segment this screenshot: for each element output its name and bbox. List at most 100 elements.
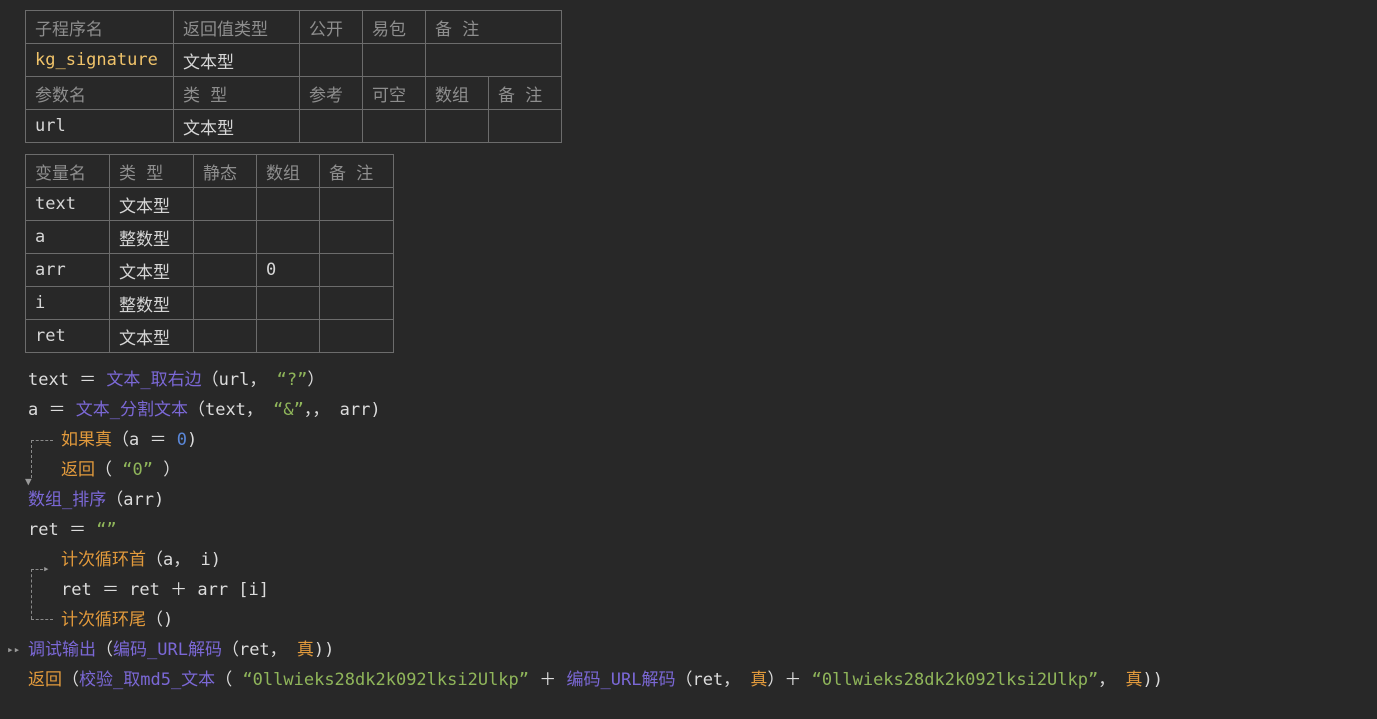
var-type-cell[interactable]: 文本型 [109, 319, 194, 353]
loop-flow-tick [31, 569, 43, 570]
header-cell: 数组 [256, 154, 320, 188]
subroutine-row[interactable]: kg_signature 文本型 [25, 43, 562, 77]
var-array-cell[interactable] [256, 319, 320, 353]
var-remark-cell[interactable] [319, 286, 394, 320]
variable-row[interactable]: arr 文本型 0 [25, 253, 394, 287]
subroutine-name-cell[interactable]: kg_signature [25, 43, 174, 77]
public-cell[interactable] [299, 43, 363, 77]
code-line-sort[interactable]: 数组_排序（arr) [28, 488, 164, 512]
code-token: “” [96, 520, 117, 540]
param-row[interactable]: url 文本型 [25, 109, 562, 143]
var-array-cell[interactable] [256, 286, 320, 320]
variable-row[interactable]: a 整数型 [25, 220, 394, 254]
var-remark-cell[interactable] [319, 319, 394, 353]
header-cell: 返回值类型 [173, 10, 300, 44]
var-name-cell[interactable]: i [25, 286, 110, 320]
var-array-cell[interactable] [256, 187, 320, 221]
code-token: 如果真 [61, 430, 112, 450]
param-remark-cell[interactable] [488, 109, 562, 143]
header-cell: 可空 [362, 76, 426, 110]
easy-pack-cell[interactable] [362, 43, 426, 77]
down-arrow-icon: ▼ [25, 475, 32, 488]
var-name-cell[interactable]: ret [25, 319, 110, 353]
var-remark-cell[interactable] [319, 187, 394, 221]
code-token: （arr) [106, 490, 165, 510]
variable-row[interactable]: ret 文本型 [25, 319, 394, 353]
code-token: 编码_URL解码 [566, 670, 676, 690]
param-header-row: 参数名 类 型 参考 可空 数组 备 注 [25, 76, 562, 110]
code-token: )) [1142, 670, 1163, 690]
code-token: “0” [122, 460, 153, 480]
var-type-cell[interactable]: 文本型 [109, 253, 194, 287]
code-token: （a， i) [146, 550, 221, 570]
code-token: ） [152, 460, 181, 480]
variable-row[interactable]: i 整数型 [25, 286, 394, 320]
code-token: ret ＝ [28, 520, 97, 540]
code-token: 返回 [28, 670, 62, 690]
header-cell: 子程序名 [25, 10, 174, 44]
code-line-split[interactable]: a ＝ 文本_分割文本（text， “&”，， arr) [28, 398, 381, 422]
code-token: （ [95, 460, 123, 480]
if-flow-tick [31, 440, 53, 441]
var-static-cell[interactable] [193, 286, 257, 320]
code-line-if[interactable]: 如果真（a ＝ 0) [61, 428, 197, 452]
code-token: （ [215, 670, 243, 690]
header-cell: 静态 [193, 154, 257, 188]
code-token: “&” [273, 400, 304, 420]
header-cell: 类 型 [109, 154, 194, 188]
var-array-cell[interactable] [256, 220, 320, 254]
var-array-cell[interactable]: 0 [256, 253, 320, 287]
code-token: 真 [296, 640, 314, 660]
code-token: 数组_排序 [28, 490, 107, 510]
param-optional-cell[interactable] [362, 109, 426, 143]
breakpoint-arrow-icon: ▸▸ [7, 643, 21, 656]
var-name-cell[interactable]: a [25, 220, 110, 254]
var-name-cell[interactable]: text [25, 187, 110, 221]
var-type-cell[interactable]: 整数型 [109, 286, 194, 320]
var-static-cell[interactable] [193, 187, 257, 221]
var-type-cell[interactable]: 文本型 [109, 187, 194, 221]
header-cell: 易包 [362, 10, 426, 44]
return-type-cell[interactable]: 文本型 [173, 43, 300, 77]
if-flow-guide [31, 440, 32, 478]
code-line-ret-init[interactable]: ret ＝ “” [28, 518, 117, 542]
var-static-cell[interactable] [193, 253, 257, 287]
header-cell: 备 注 [488, 76, 562, 110]
var-name-cell[interactable]: arr [25, 253, 110, 287]
right-arrow-icon: ▸ [43, 562, 50, 575]
code-line-loop-end[interactable]: 计次循环尾（) [61, 608, 173, 632]
code-line-return-md5[interactable]: 返回（校验_取md5_文本（ “0llwieks28dk2k092lksi2Ul… [28, 668, 1163, 692]
code-token: （a ＝ [112, 430, 177, 450]
code-line-text-assign[interactable]: text ＝ 文本_取右边（url， “?”） [28, 368, 324, 392]
param-type-cell[interactable]: 文本型 [173, 109, 300, 143]
code-line-debug-output[interactable]: 调试输出（编码_URL解码（ret， 真)) [28, 638, 334, 662]
header-cell: 变量名 [25, 154, 110, 188]
code-token: 调试输出 [28, 640, 96, 660]
header-cell: 备 注 [319, 154, 394, 188]
var-static-cell[interactable] [193, 319, 257, 353]
param-array-cell[interactable] [425, 109, 489, 143]
code-token: 返回 [61, 460, 95, 480]
code-token: text ＝ [28, 370, 107, 390]
code-line-loop-body[interactable]: ret ＝ ret ＋ arr [i] [61, 578, 269, 602]
variable-table: 变量名 类 型 静态 数组 备 注 text 文本型 a 整数型 arr 文本型… [25, 154, 394, 353]
remark-cell[interactable] [425, 43, 562, 77]
var-remark-cell[interactable] [319, 253, 394, 287]
code-token: )) [313, 640, 335, 660]
var-static-cell[interactable] [193, 220, 257, 254]
code-token: 文本_分割文本 [75, 400, 188, 420]
code-token: （ret， [675, 670, 751, 690]
code-line-loop-start[interactable]: 计次循环首（a， i) [61, 548, 221, 572]
code-line-return-0[interactable]: 返回（ “0” ） [61, 458, 180, 482]
param-ref-cell[interactable] [299, 109, 363, 143]
var-type-cell[interactable]: 整数型 [109, 220, 194, 254]
header-cell: 参考 [299, 76, 363, 110]
code-token: （) [146, 610, 174, 630]
code-token: （ [96, 640, 113, 660]
code-token: 0 [176, 430, 187, 450]
code-token: “0llwieks28dk2k092lksi2Ulkp” [242, 670, 530, 690]
param-name-cell[interactable]: url [25, 109, 174, 143]
var-remark-cell[interactable] [319, 220, 394, 254]
code-token: ） [307, 370, 325, 390]
variable-row[interactable]: text 文本型 [25, 187, 394, 221]
